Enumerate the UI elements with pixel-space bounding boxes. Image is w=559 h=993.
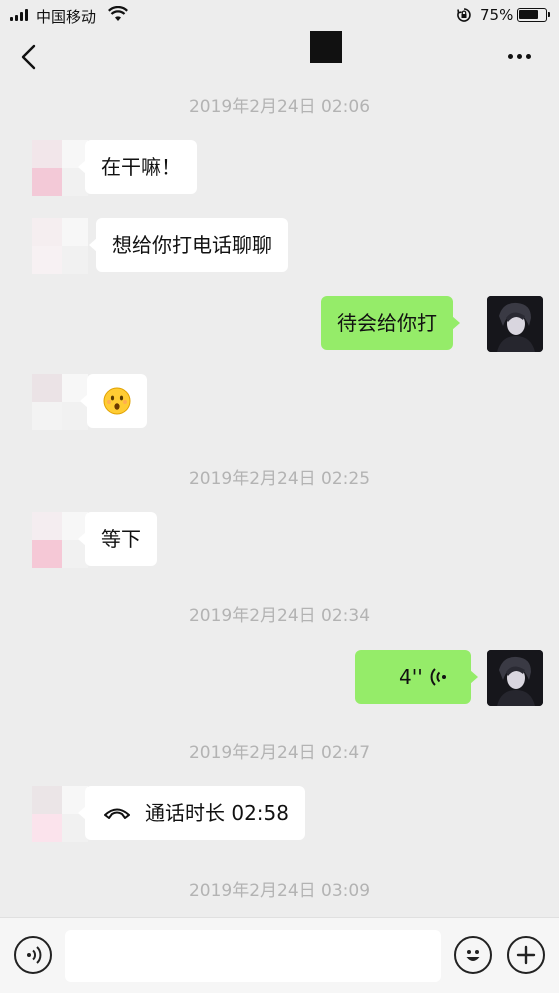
incoming-call-bubble[interactable]: 通话时长 02:58 — [78, 786, 305, 840]
timestamp: 2019年2月24日 02:25 — [188, 469, 371, 489]
outgoing-message-bubble[interactable]: 待会给你打 — [321, 296, 460, 350]
outgoing-voice-bubble[interactable]: 4'' — [355, 650, 478, 704]
incoming-message-bubble[interactable]: 在干嘛！ — [78, 140, 197, 194]
user-avatar-image — [487, 650, 543, 706]
user-avatar[interactable] — [487, 296, 543, 352]
plus-icon[interactable] — [507, 936, 545, 974]
voice-wave-icon — [430, 668, 446, 686]
incoming-message-bubble[interactable]: 想给你打电话聊聊 — [89, 218, 288, 272]
wifi-icon — [108, 6, 128, 21]
smiley-icon[interactable] — [454, 936, 492, 974]
timestamp: 2019年2月24日 02:47 — [188, 743, 371, 763]
plus-sign-icon — [516, 945, 536, 965]
call-duration-text: 通话时长 02:58 — [145, 801, 289, 825]
voice-input-icon[interactable] — [14, 936, 52, 974]
contact-avatar[interactable] — [32, 218, 88, 274]
battery-fill — [519, 10, 538, 19]
rotation-lock-icon — [457, 8, 471, 22]
signal-icon — [10, 9, 28, 21]
voice-duration: 4'' — [399, 665, 423, 689]
user-avatar[interactable] — [487, 650, 543, 706]
voice-wave-icon — [27, 946, 42, 964]
timestamp: 2019年2月24日 02:06 — [188, 97, 371, 117]
hushed-face-emoji — [103, 387, 131, 414]
incoming-message-bubble[interactable]: 等下 — [78, 512, 157, 566]
carrier-name: 中国移动 — [36, 8, 97, 26]
chat-title-redacted[interactable] — [310, 31, 342, 63]
phone-hangup-icon — [104, 808, 130, 819]
battery-percent: 75% — [480, 6, 514, 24]
more-dots-icon[interactable] — [508, 54, 531, 59]
timestamp: 2019年2月24日 03:09 — [188, 881, 371, 901]
incoming-emoji-bubble[interactable] — [80, 374, 147, 428]
battery-icon — [517, 8, 550, 22]
status-bar: 中国移动 75% — [0, 0, 559, 30]
user-avatar-image — [487, 296, 543, 352]
input-bar — [0, 917, 559, 993]
message-input[interactable] — [65, 930, 441, 982]
chevron-left-icon[interactable] — [18, 44, 40, 70]
timestamp: 2019年2月24日 02:34 — [188, 606, 371, 626]
smiley-face-icon — [466, 950, 480, 961]
